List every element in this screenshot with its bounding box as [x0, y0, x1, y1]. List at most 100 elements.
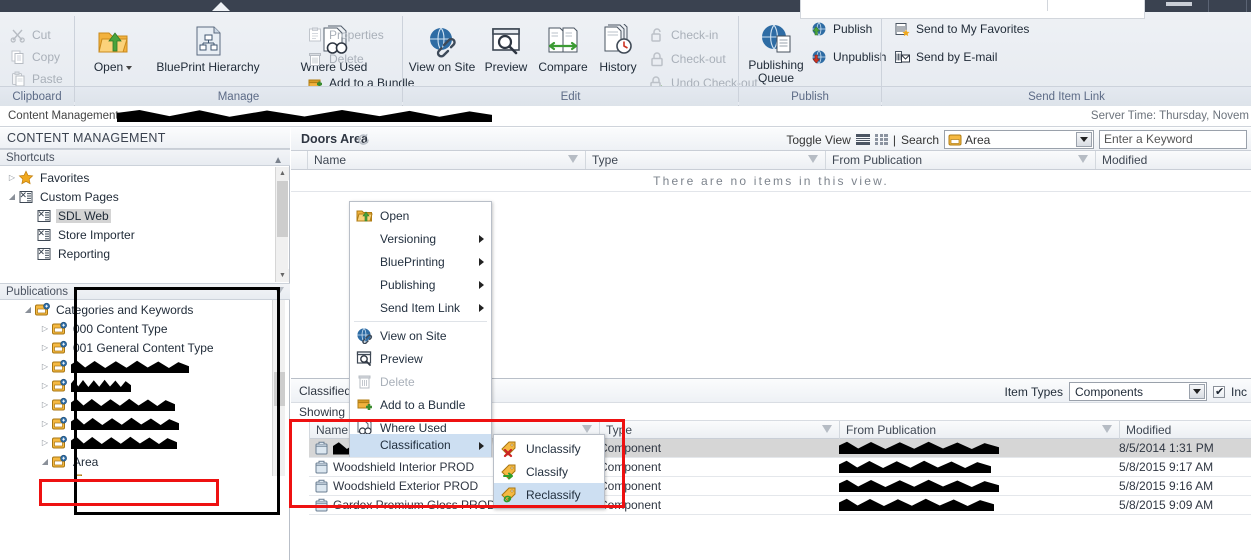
send-to-my-favorites-button[interactable]: Send to My Favorites	[894, 18, 1029, 40]
list-view-icon[interactable]	[855, 134, 870, 145]
expander-icon[interactable]: ▷	[39, 419, 51, 428]
context-menu-item-view-on-site[interactable]: View on Site	[350, 324, 491, 347]
filter-funnel-icon[interactable]	[822, 425, 832, 433]
shortcut-item-sdl-web[interactable]: SDL Web	[6, 206, 278, 225]
shortcut-item-custom-pages[interactable]: ◢ Custom Pages	[6, 187, 278, 206]
search-scope-dropdown[interactable]: Area	[944, 130, 1094, 149]
filter-funnel-icon[interactable]	[274, 287, 284, 295]
open-button[interactable]: Open	[81, 24, 145, 74]
publication-item-redacted[interactable]: ▷	[22, 357, 272, 376]
expander-icon[interactable]: ▷	[39, 362, 51, 371]
column-header-from-publication[interactable]: From Publication	[825, 151, 1095, 169]
include-checkbox[interactable]	[1212, 385, 1225, 398]
context-menu-item-open[interactable]: Open	[350, 204, 491, 227]
column-header-modified[interactable]: Modified	[1095, 151, 1251, 169]
table-row[interactable]: Woodshield Interior PROD Component 5/8/201…	[309, 458, 1251, 477]
publications-section-header[interactable]: Publications	[0, 283, 290, 300]
delete-button[interactable]: Delete	[307, 48, 364, 70]
check-out-button[interactable]: Check-out	[649, 48, 726, 70]
filter-funnel-icon[interactable]	[582, 425, 592, 433]
expander-icon[interactable]: ▷	[39, 400, 51, 409]
scroll-up-arrow-icon[interactable]: ▲	[276, 167, 289, 180]
publish-button[interactable]: Publish	[811, 18, 872, 40]
unpublish-button[interactable]: Unpublish	[811, 46, 886, 68]
table-row[interactable]: Woodshield Exterior PROD Component 5/8/201…	[309, 477, 1251, 496]
floating-dialog[interactable]: none :: X	[800, 0, 1145, 19]
chevron-down-icon[interactable]	[126, 65, 133, 70]
expander-icon[interactable]: ▷	[39, 343, 51, 352]
publication-item-ceilings-area[interactable]: ▷Ceilings Area	[22, 471, 272, 476]
submenu-item-reclassify[interactable]: Reclassify	[494, 483, 604, 506]
send-by-email-button[interactable]: Send by E-mail	[894, 46, 997, 68]
column-header-type[interactable]: Type	[599, 421, 839, 439]
check-in-button[interactable]: Check-in	[649, 24, 718, 46]
publication-item-001-general-content-type[interactable]: ▷ 001 General Content Type	[22, 338, 272, 357]
expander-icon[interactable]: ▷	[39, 381, 51, 390]
column-header-from-publication[interactable]: From Publication	[839, 421, 1119, 439]
expander-icon[interactable]: ◢	[22, 305, 34, 314]
shortcut-item-reporting[interactable]: Reporting	[6, 244, 278, 263]
preview-button[interactable]: Preview	[478, 24, 534, 74]
cut-button[interactable]: Cut	[10, 24, 51, 46]
context-menu-item-preview[interactable]: Preview	[350, 347, 491, 370]
blueprint-hierarchy-button[interactable]: BluePrint Hierarchy	[153, 24, 263, 74]
submenu-item-unclassify[interactable]: Unclassify	[494, 437, 604, 460]
publication-item-000-content-type[interactable]: ▷ 000 Content Type	[22, 319, 272, 338]
publications-title: Publications	[6, 286, 69, 298]
column-header-name[interactable]: Name	[307, 151, 585, 169]
item-types-dropdown[interactable]: Components	[1068, 382, 1207, 401]
column-header-type[interactable]: Type	[585, 151, 825, 169]
grid-view-icon[interactable]	[874, 134, 888, 145]
search-keyword-input[interactable]: Enter a Keyword	[1099, 130, 1247, 149]
publishing-queue-button[interactable]: Publishing Queue	[744, 22, 808, 85]
expander-icon[interactable]: ▷	[39, 324, 51, 333]
chevron-down-icon[interactable]	[1188, 384, 1205, 399]
view-on-site-button[interactable]: View on Site	[408, 24, 476, 74]
table-row[interactable]: Gardex Premium Gloss PROD Component 5/8/20…	[309, 496, 1251, 515]
context-menu-item-add-to-a-bundle[interactable]: Add to a Bundle	[350, 393, 491, 416]
filter-funnel-icon[interactable]	[808, 155, 818, 163]
column-header-modified[interactable]: Modified	[1119, 421, 1251, 439]
context-menu-item-classification[interactable]: Classification	[349, 434, 492, 457]
history-icon	[601, 24, 635, 58]
publications-scrollbar[interactable]	[272, 300, 285, 476]
context-menu-item-send-item-link[interactable]: Send Item Link	[350, 296, 491, 319]
properties-button[interactable]: Properties	[307, 24, 384, 46]
close-icon[interactable]: X	[1103, 0, 1110, 2]
expander-icon[interactable]: ▷	[6, 173, 18, 182]
compare-button[interactable]: Compare	[534, 24, 592, 74]
expander-icon[interactable]: ◢	[39, 457, 51, 466]
submenu-item-classify[interactable]: Classify	[494, 460, 604, 483]
copy-button[interactable]: Copy	[10, 46, 60, 68]
publication-item-label: Area	[73, 454, 99, 469]
filter-funnel-icon[interactable]	[568, 155, 578, 163]
refresh-icon[interactable]	[357, 133, 370, 146]
scroll-down-arrow-icon[interactable]: ▼	[276, 269, 289, 282]
context-menu-item-versioning[interactable]: Versioning	[350, 227, 491, 250]
shortcuts-scrollbar[interactable]: ▲ ▼	[275, 167, 289, 282]
window-restore-button[interactable]	[1166, 2, 1192, 6]
history-button[interactable]: History	[592, 24, 644, 74]
shortcut-item-favorites[interactable]: ▷ Favorites	[6, 168, 278, 187]
send-favorites-icon	[894, 21, 910, 37]
context-menu-item-publishing[interactable]: Publishing	[350, 273, 491, 296]
ribbon-collapse-arrow-icon[interactable]	[212, 2, 230, 11]
chevron-down-icon[interactable]	[1076, 132, 1092, 147]
publication-item-categories-and-keywords[interactable]: ◢ Categories and Keywords	[22, 300, 272, 319]
publication-item-redacted[interactable]: ▷	[22, 395, 272, 414]
classification-submenu[interactable]: Unclassify Classify Reclassify	[493, 434, 605, 509]
shortcut-item-store-importer[interactable]: Store Importer	[6, 225, 278, 244]
filter-funnel-icon[interactable]	[1102, 425, 1112, 433]
publication-item-redacted[interactable]: ▷	[22, 376, 272, 395]
shortcuts-section-header[interactable]: Shortcuts ▲	[0, 149, 290, 166]
expander-icon[interactable]: ▷	[39, 438, 51, 447]
expander-icon[interactable]: ◢	[6, 192, 18, 201]
publication-item-redacted[interactable]: ▷	[22, 433, 272, 452]
context-menu-item-blueprinting[interactable]: BluePrinting	[350, 250, 491, 273]
publication-item-redacted[interactable]: ▷	[22, 414, 272, 433]
breadcrumb-label[interactable]: Content Management	[8, 110, 119, 122]
filter-funnel-icon[interactable]	[1078, 155, 1088, 163]
publication-item-area[interactable]: ◢ Area	[22, 452, 272, 471]
view-on-site-label: View on Site	[408, 60, 476, 74]
context-menu[interactable]: Open Versioning BluePrinting Publishing Send…	[349, 201, 492, 442]
